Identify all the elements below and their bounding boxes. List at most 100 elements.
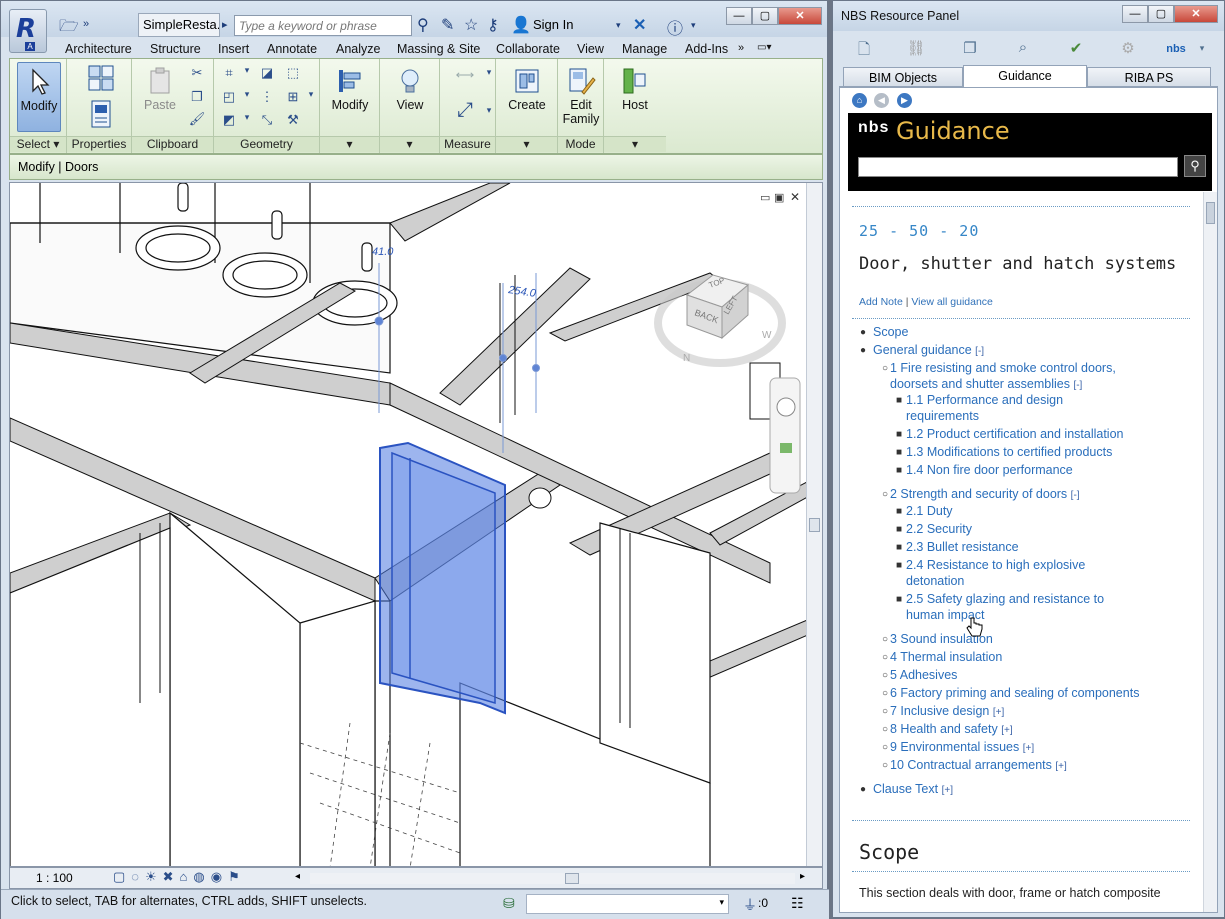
toc-item-label[interactable]: 2.3 Bullet resistance (906, 540, 1019, 554)
toc-expand-toggle[interactable]: [+] (993, 707, 1004, 718)
edit-family-button[interactable]: Edit Family (560, 62, 602, 132)
match-properties-icon[interactable]: 🖌 (188, 111, 206, 127)
hammer-icon[interactable]: ⚒ (284, 112, 302, 128)
cut-icon[interactable]: ✂ (188, 65, 206, 81)
measure-between-icon[interactable]: ⟷ (448, 67, 482, 83)
paint-icon[interactable]: ◩ (220, 112, 238, 128)
tab-architecture[interactable]: Architecture (65, 42, 132, 56)
nbs-minimize-button[interactable]: — (1122, 5, 1148, 23)
application-menu-button[interactable]: R A (9, 9, 47, 53)
toc-expand-toggle[interactable]: [+] (942, 785, 953, 796)
viewport-scroll-thumb[interactable] (809, 518, 820, 532)
demolish-icon[interactable]: ⤡ (258, 112, 276, 128)
3d-view-canvas[interactable]: 41.0 254.0 TOP BACK LEFT N W ▭ ▣ ✕ (9, 182, 823, 867)
favorites-star-icon[interactable]: ☆ (464, 15, 478, 35)
tab-insert[interactable]: Insert (218, 42, 249, 56)
search-document-icon[interactable]: ⌕ (1012, 39, 1034, 59)
infocenter-search-input[interactable]: Type a keyword or phrase (234, 15, 412, 36)
toc-item-label[interactable]: 7 Inclusive design (890, 704, 989, 718)
cope-dropdown-icon[interactable]: ▾ (238, 65, 256, 81)
building-model-drawing[interactable]: 41.0 254.0 TOP BACK LEFT N W ▭ ▣ ✕ (10, 183, 823, 867)
view-bar-right-arrow[interactable]: ▸ (800, 871, 805, 882)
toc-item-label[interactable]: 1.2 Product certification and installati… (906, 427, 1124, 441)
dimension-label-1[interactable]: 41.0 (372, 246, 394, 258)
toc-item-label[interactable]: 10 Contractual arrangements (890, 758, 1052, 772)
view-scale[interactable]: 1 : 100 (36, 871, 73, 885)
view-bar-left-arrow[interactable]: ◂ (295, 871, 300, 882)
dimension-label-2[interactable]: 254.0 (507, 284, 538, 300)
add-note-link[interactable]: Add Note (859, 296, 903, 308)
copy-window-icon[interactable]: ❐ (959, 39, 981, 59)
nbs-brand-icon[interactable]: nbs (1161, 43, 1191, 63)
toc-item-label[interactable]: 2.2 Security (906, 522, 972, 536)
aligned-dimension-icon[interactable]: ⤢ (450, 99, 480, 121)
workset-icon[interactable]: ⛁ (503, 895, 515, 912)
ribbon-minimize-icon[interactable]: ▭▾ (757, 42, 771, 53)
toc-item[interactable]: 9 Environmental issues [+] (890, 739, 1034, 757)
guidance-search-input[interactable] (858, 157, 1178, 177)
host-button[interactable]: Host (612, 62, 658, 122)
toc-item[interactable]: 2 Strength and security of doors [-] (890, 486, 1080, 504)
host-dropdown[interactable]: ▾ (604, 136, 666, 152)
toc-item-label-continued[interactable]: detonation (906, 574, 964, 588)
toc-item[interactable]: 4 Thermal insulation (890, 649, 1002, 665)
toc-item[interactable]: General guidance [-] (873, 342, 984, 360)
wall-joins-icon[interactable]: ⊞ (284, 89, 302, 105)
join-icon[interactable]: ◰ (220, 89, 238, 105)
toc-item-label[interactable]: 4 Thermal insulation (890, 650, 1002, 664)
toc-expand-toggle[interactable]: [-] (1071, 490, 1080, 501)
join-geometry-icon[interactable]: ⬚ (284, 65, 302, 81)
viewport-restore-icon[interactable]: ▭ (760, 192, 770, 204)
toc-item[interactable]: 2.5 Safety glazing and resistance to huma… (906, 591, 1104, 623)
help-icon[interactable]: ⓘ (667, 15, 683, 39)
toc-expand-toggle[interactable]: [+] (1055, 761, 1066, 772)
tab-analyze[interactable]: Analyze (336, 42, 380, 56)
selection-filter-icon[interactable]: ☷ (791, 895, 804, 912)
view-dropdown[interactable]: ▾ (380, 136, 439, 152)
tab-bim-objects[interactable]: BIM Objects (843, 67, 963, 87)
paint-dropdown-icon[interactable]: ▾ (238, 112, 256, 128)
nbs-scroll-thumb[interactable] (1206, 202, 1215, 224)
open-folder-icon[interactable]: 🗁 (59, 15, 79, 42)
toc-item[interactable]: 7 Inclusive design [+] (890, 703, 1004, 721)
tab-riba-ps[interactable]: RIBA PS (1087, 67, 1211, 87)
toc-item[interactable]: Scope (873, 324, 908, 340)
toc-item[interactable]: Clause Text [+] (873, 781, 953, 799)
paste-button[interactable]: Paste (138, 62, 182, 122)
sign-in-link[interactable]: Sign In (533, 17, 573, 32)
toc-item[interactable]: 1.2 Product certification and installati… (906, 426, 1124, 442)
toc-item-label-continued[interactable]: doorsets and shutter assemblies (890, 377, 1070, 391)
settings-gear-icon[interactable]: ⚙ (1117, 39, 1139, 59)
filter-icon[interactable]: ⏚ (743, 895, 757, 915)
toc-item-label[interactable]: 1.4 Non fire door performance (906, 463, 1073, 477)
design-option-selector[interactable]: ▾ (526, 894, 729, 914)
select-dropdown[interactable]: Select ▾ (10, 136, 66, 152)
communication-icon[interactable]: ✎ (441, 15, 454, 35)
cope-icon[interactable]: ⌗ (220, 65, 238, 81)
toc-item[interactable]: 1.1 Performance and design requirements (906, 392, 1063, 424)
signin-dropdown-icon[interactable]: ▾ (616, 20, 621, 31)
search-icon[interactable]: ⚲ (1184, 155, 1206, 177)
toc-item-label[interactable]: 1 Fire resisting and smoke control doors… (890, 361, 1116, 375)
modify-button[interactable]: Modify (17, 62, 61, 132)
split-face-icon[interactable]: ⋮ (258, 89, 276, 105)
toc-item[interactable]: 2.2 Security (906, 521, 972, 537)
tab-view[interactable]: View (577, 42, 604, 56)
toc-expand-toggle[interactable]: [+] (1001, 725, 1012, 736)
create-dropdown[interactable]: ▾ (496, 136, 557, 152)
toc-item-label[interactable]: 5 Adhesives (890, 668, 957, 682)
tab-massing-site[interactable]: Massing & Site (397, 42, 480, 56)
toc-item-label[interactable]: Scope (873, 325, 908, 339)
toc-expand-toggle[interactable]: [-] (975, 346, 984, 357)
more-tabs-icon[interactable]: » (738, 42, 744, 54)
tab-manage[interactable]: Manage (622, 42, 667, 56)
join-dropdown-icon[interactable]: ▾ (238, 89, 256, 105)
copy-icon[interactable]: ❐ (188, 89, 206, 105)
modify-tools-button[interactable]: Modify (326, 62, 374, 122)
type-properties-icon[interactable] (85, 63, 117, 95)
title-expand-icon[interactable]: ▸ (222, 18, 228, 31)
tab-structure[interactable]: Structure (150, 42, 201, 56)
toc-item[interactable]: 6 Factory priming and sealing of compone… (890, 685, 1139, 701)
viewport-vertical-scrollbar[interactable] (806, 183, 822, 866)
tab-guidance[interactable]: Guidance (963, 65, 1087, 88)
